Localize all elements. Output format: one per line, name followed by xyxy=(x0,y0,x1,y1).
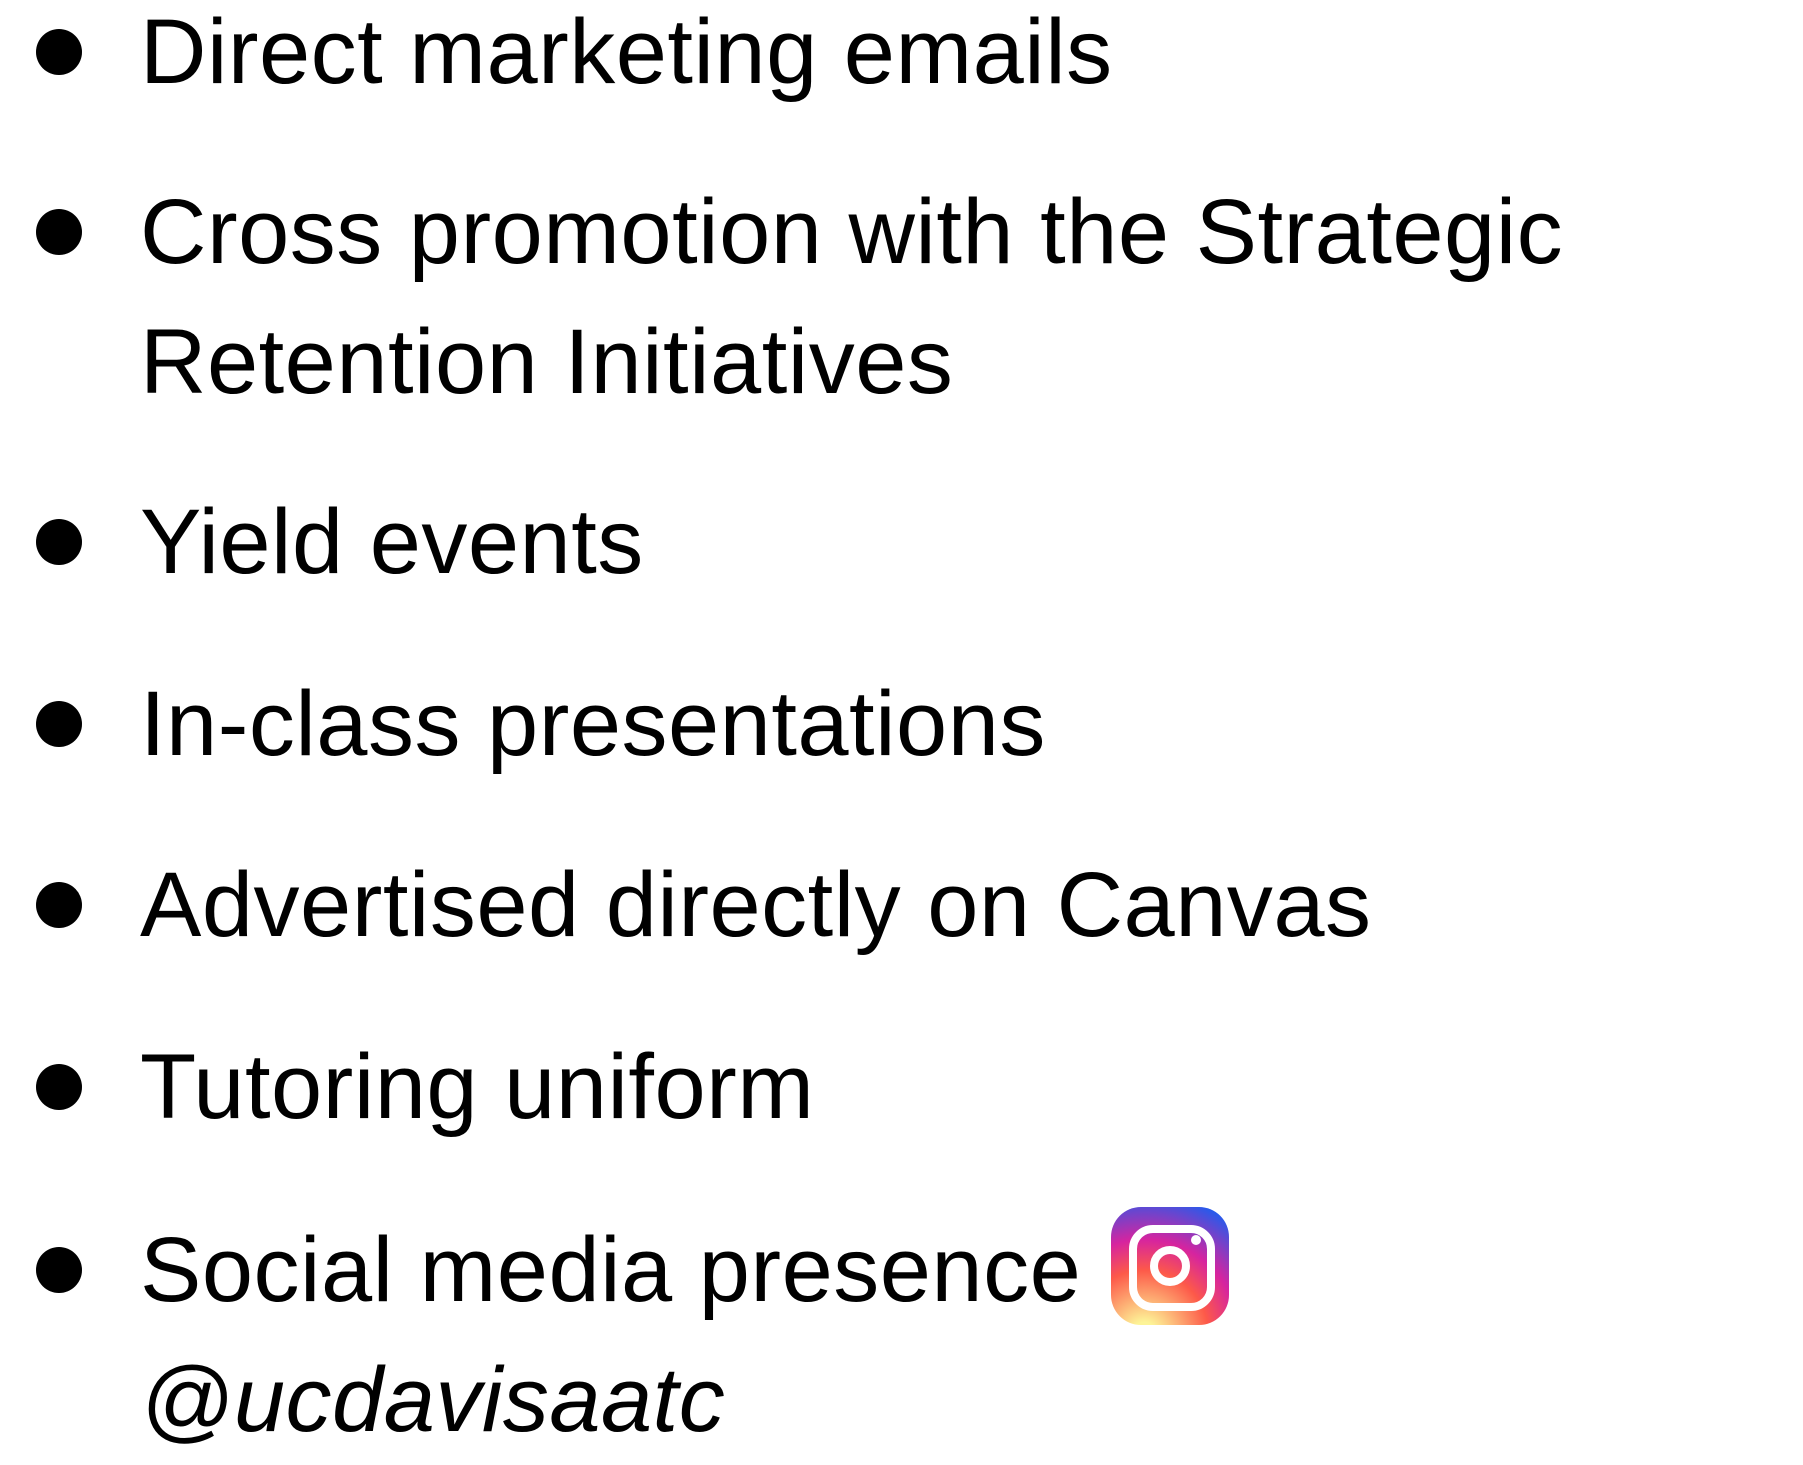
bullet-dot xyxy=(36,29,82,75)
instagram-icon[interactable] xyxy=(1111,1206,1230,1325)
instagram-icon-lens xyxy=(1150,1245,1191,1286)
bullet-text: Tutoring uniform xyxy=(140,1036,815,1138)
bullet-text: Direct marketing emails xyxy=(140,1,1113,103)
instagram-icon-dot xyxy=(1191,1234,1202,1245)
bullet-dot xyxy=(36,701,82,747)
bullet-dot xyxy=(36,1247,82,1293)
instagram-handle[interactable]: @ucdavisaatc xyxy=(140,1335,1780,1465)
bullet-text: In-class presentations xyxy=(140,673,1046,775)
bullet-text: Social media presence @ucdavisaatc xyxy=(140,1205,1780,1465)
bullet-dot xyxy=(36,882,82,928)
bullet-dot xyxy=(36,519,82,565)
bullet-text-line: Social media presence xyxy=(140,1205,1780,1335)
bullet-text: Yield events xyxy=(140,491,644,593)
bullet-list: Direct marketing emails Cross promotion … xyxy=(0,0,1803,1451)
bullet-text-line: Cross promotion with the Strategic xyxy=(140,181,1564,283)
bullet-text-line: Retention Initiatives xyxy=(140,311,954,413)
bullet-dot xyxy=(36,209,82,255)
social-media-label: Social media presence xyxy=(140,1219,1082,1321)
bullet-text: Advertised directly on Canvas xyxy=(140,854,1372,956)
bullet-dot xyxy=(36,1064,82,1110)
bullet-text: Cross promotion with the Strategic Reten… xyxy=(140,167,1780,427)
